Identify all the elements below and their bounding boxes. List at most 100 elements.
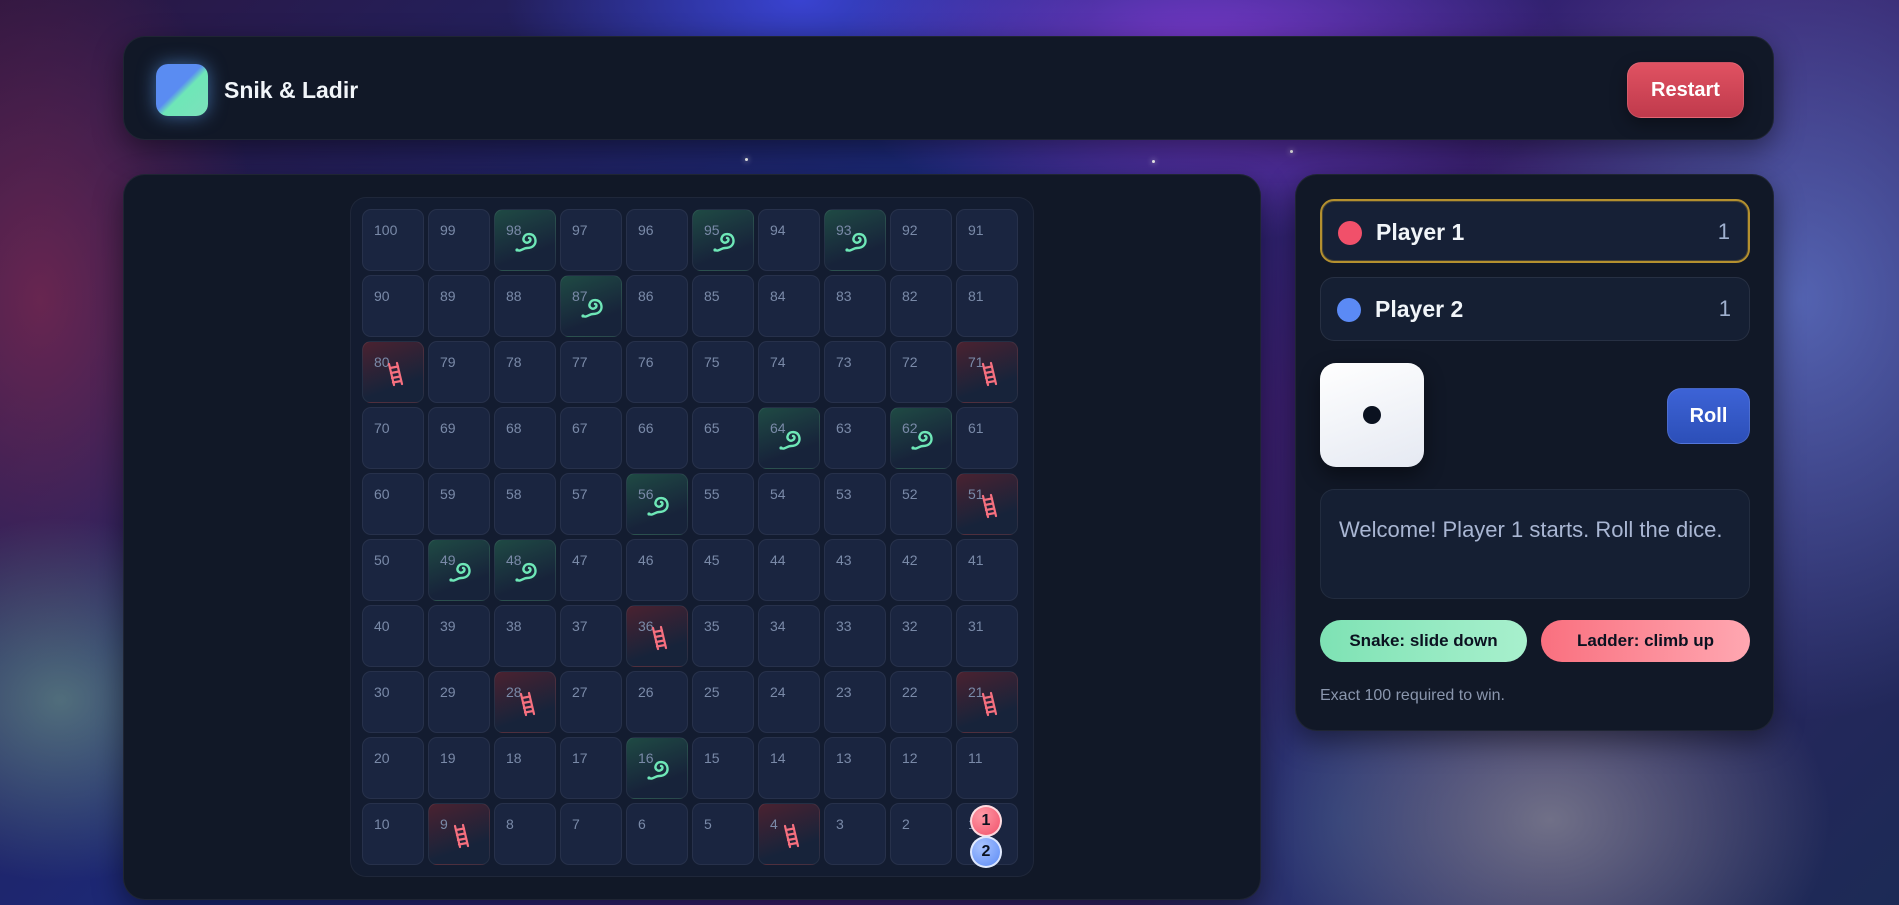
- cell-number: 75: [704, 354, 720, 370]
- cell-number: 13: [836, 750, 852, 766]
- board-cell-32: 32: [890, 605, 952, 667]
- board-cell-49: 49: [428, 539, 490, 601]
- cell-number: 59: [440, 486, 456, 502]
- cell-number: 61: [968, 420, 984, 436]
- snake-icon: [513, 558, 541, 586]
- board-cell-27: 27: [560, 671, 622, 733]
- cell-number: 97: [572, 222, 588, 238]
- board-cell-94: 94: [758, 209, 820, 271]
- cell-number: 82: [902, 288, 918, 304]
- board-cell-42: 42: [890, 539, 952, 601]
- player-2-color-dot: [1337, 298, 1361, 322]
- ladder-icon: [975, 360, 1003, 388]
- board-cell-54: 54: [758, 473, 820, 535]
- board-cell-88: 88: [494, 275, 556, 337]
- board-cell-90: 90: [362, 275, 424, 337]
- board-cell-53: 53: [824, 473, 886, 535]
- board-cell-76: 76: [626, 341, 688, 403]
- cell-number: 81: [968, 288, 984, 304]
- board-cell-79: 79: [428, 341, 490, 403]
- ladder-icon: [447, 822, 475, 850]
- board-cell-63: 63: [824, 407, 886, 469]
- board-cell-81: 81: [956, 275, 1018, 337]
- cell-number: 14: [770, 750, 786, 766]
- cell-number: 2: [902, 816, 910, 832]
- snake-icon: [909, 426, 937, 454]
- cell-number: 84: [770, 288, 786, 304]
- cell-number: 53: [836, 486, 852, 502]
- board-cell-55: 55: [692, 473, 754, 535]
- cell-number: 32: [902, 618, 918, 634]
- ladder-icon: [381, 360, 409, 388]
- board-cell-14: 14: [758, 737, 820, 799]
- board-cell-43: 43: [824, 539, 886, 601]
- board-cell-52: 52: [890, 473, 952, 535]
- board-cell-10: 10: [362, 803, 424, 865]
- cell-number: 6: [638, 816, 646, 832]
- app-logo: [156, 64, 208, 116]
- player-1-name: Player 1: [1376, 219, 1465, 245]
- ladder-icon: [975, 492, 1003, 520]
- board-cell-45: 45: [692, 539, 754, 601]
- cell-number: 26: [638, 684, 654, 700]
- board-cell-97: 97: [560, 209, 622, 271]
- board-cell-66: 66: [626, 407, 688, 469]
- cell-number: 42: [902, 552, 918, 568]
- board-cell-65: 65: [692, 407, 754, 469]
- cell-number: 15: [704, 750, 720, 766]
- cell-number: 23: [836, 684, 852, 700]
- board-cell-92: 92: [890, 209, 952, 271]
- cell-number: 7: [572, 816, 580, 832]
- cell-number: 74: [770, 354, 786, 370]
- cell-number: 47: [572, 552, 588, 568]
- cell-number: 19: [440, 750, 456, 766]
- board-panel: 100 99 98 97 96 95 94 93 92 91 90 89 88 87 86 85 84 83 82 8…: [123, 174, 1261, 900]
- snake-icon: [645, 492, 673, 520]
- board-cell-44: 44: [758, 539, 820, 601]
- cell-number: 70: [374, 420, 390, 436]
- cell-number: 20: [374, 750, 390, 766]
- board-cell-59: 59: [428, 473, 490, 535]
- board-cell-15: 15: [692, 737, 754, 799]
- cell-number: 78: [506, 354, 522, 370]
- legend-snake: Snake: slide down: [1320, 620, 1527, 662]
- player-1-color-dot: [1338, 221, 1362, 245]
- dice: [1320, 363, 1424, 467]
- cell-number: 31: [968, 618, 984, 634]
- cell-number: 40: [374, 618, 390, 634]
- board-cell-20: 20: [362, 737, 424, 799]
- roll-button[interactable]: Roll: [1667, 388, 1750, 444]
- board-cell-78: 78: [494, 341, 556, 403]
- cell-number: 60: [374, 486, 390, 502]
- restart-button[interactable]: Restart: [1627, 62, 1744, 118]
- cell-number: 76: [638, 354, 654, 370]
- board-cell-2: 2: [890, 803, 952, 865]
- side-panel: Player 1 1 Player 2 1 Roll Welcome! Play…: [1295, 174, 1774, 731]
- cell-number: 77: [572, 354, 588, 370]
- board-cell-73: 73: [824, 341, 886, 403]
- cell-number: 65: [704, 420, 720, 436]
- board-cell-37: 37: [560, 605, 622, 667]
- snake-icon: [447, 558, 475, 586]
- board-cell-31: 31: [956, 605, 1018, 667]
- board-cell-50: 50: [362, 539, 424, 601]
- board-cell-13: 13: [824, 737, 886, 799]
- snake-icon: [711, 228, 739, 256]
- board-cell-22: 22: [890, 671, 952, 733]
- board-cell-91: 91: [956, 209, 1018, 271]
- board-cell-85: 85: [692, 275, 754, 337]
- cell-number: 37: [572, 618, 588, 634]
- cell-number: 99: [440, 222, 456, 238]
- cell-number: 17: [572, 750, 588, 766]
- board-cell-30: 30: [362, 671, 424, 733]
- board-cell-33: 33: [824, 605, 886, 667]
- cell-number: 67: [572, 420, 588, 436]
- board-cell-21: 21: [956, 671, 1018, 733]
- board-cell-70: 70: [362, 407, 424, 469]
- cell-number: 85: [704, 288, 720, 304]
- star: [745, 158, 748, 161]
- star: [1290, 150, 1293, 153]
- cell-number: 12: [902, 750, 918, 766]
- board-cell-35: 35: [692, 605, 754, 667]
- app-title: Snik & Ladir: [224, 77, 359, 103]
